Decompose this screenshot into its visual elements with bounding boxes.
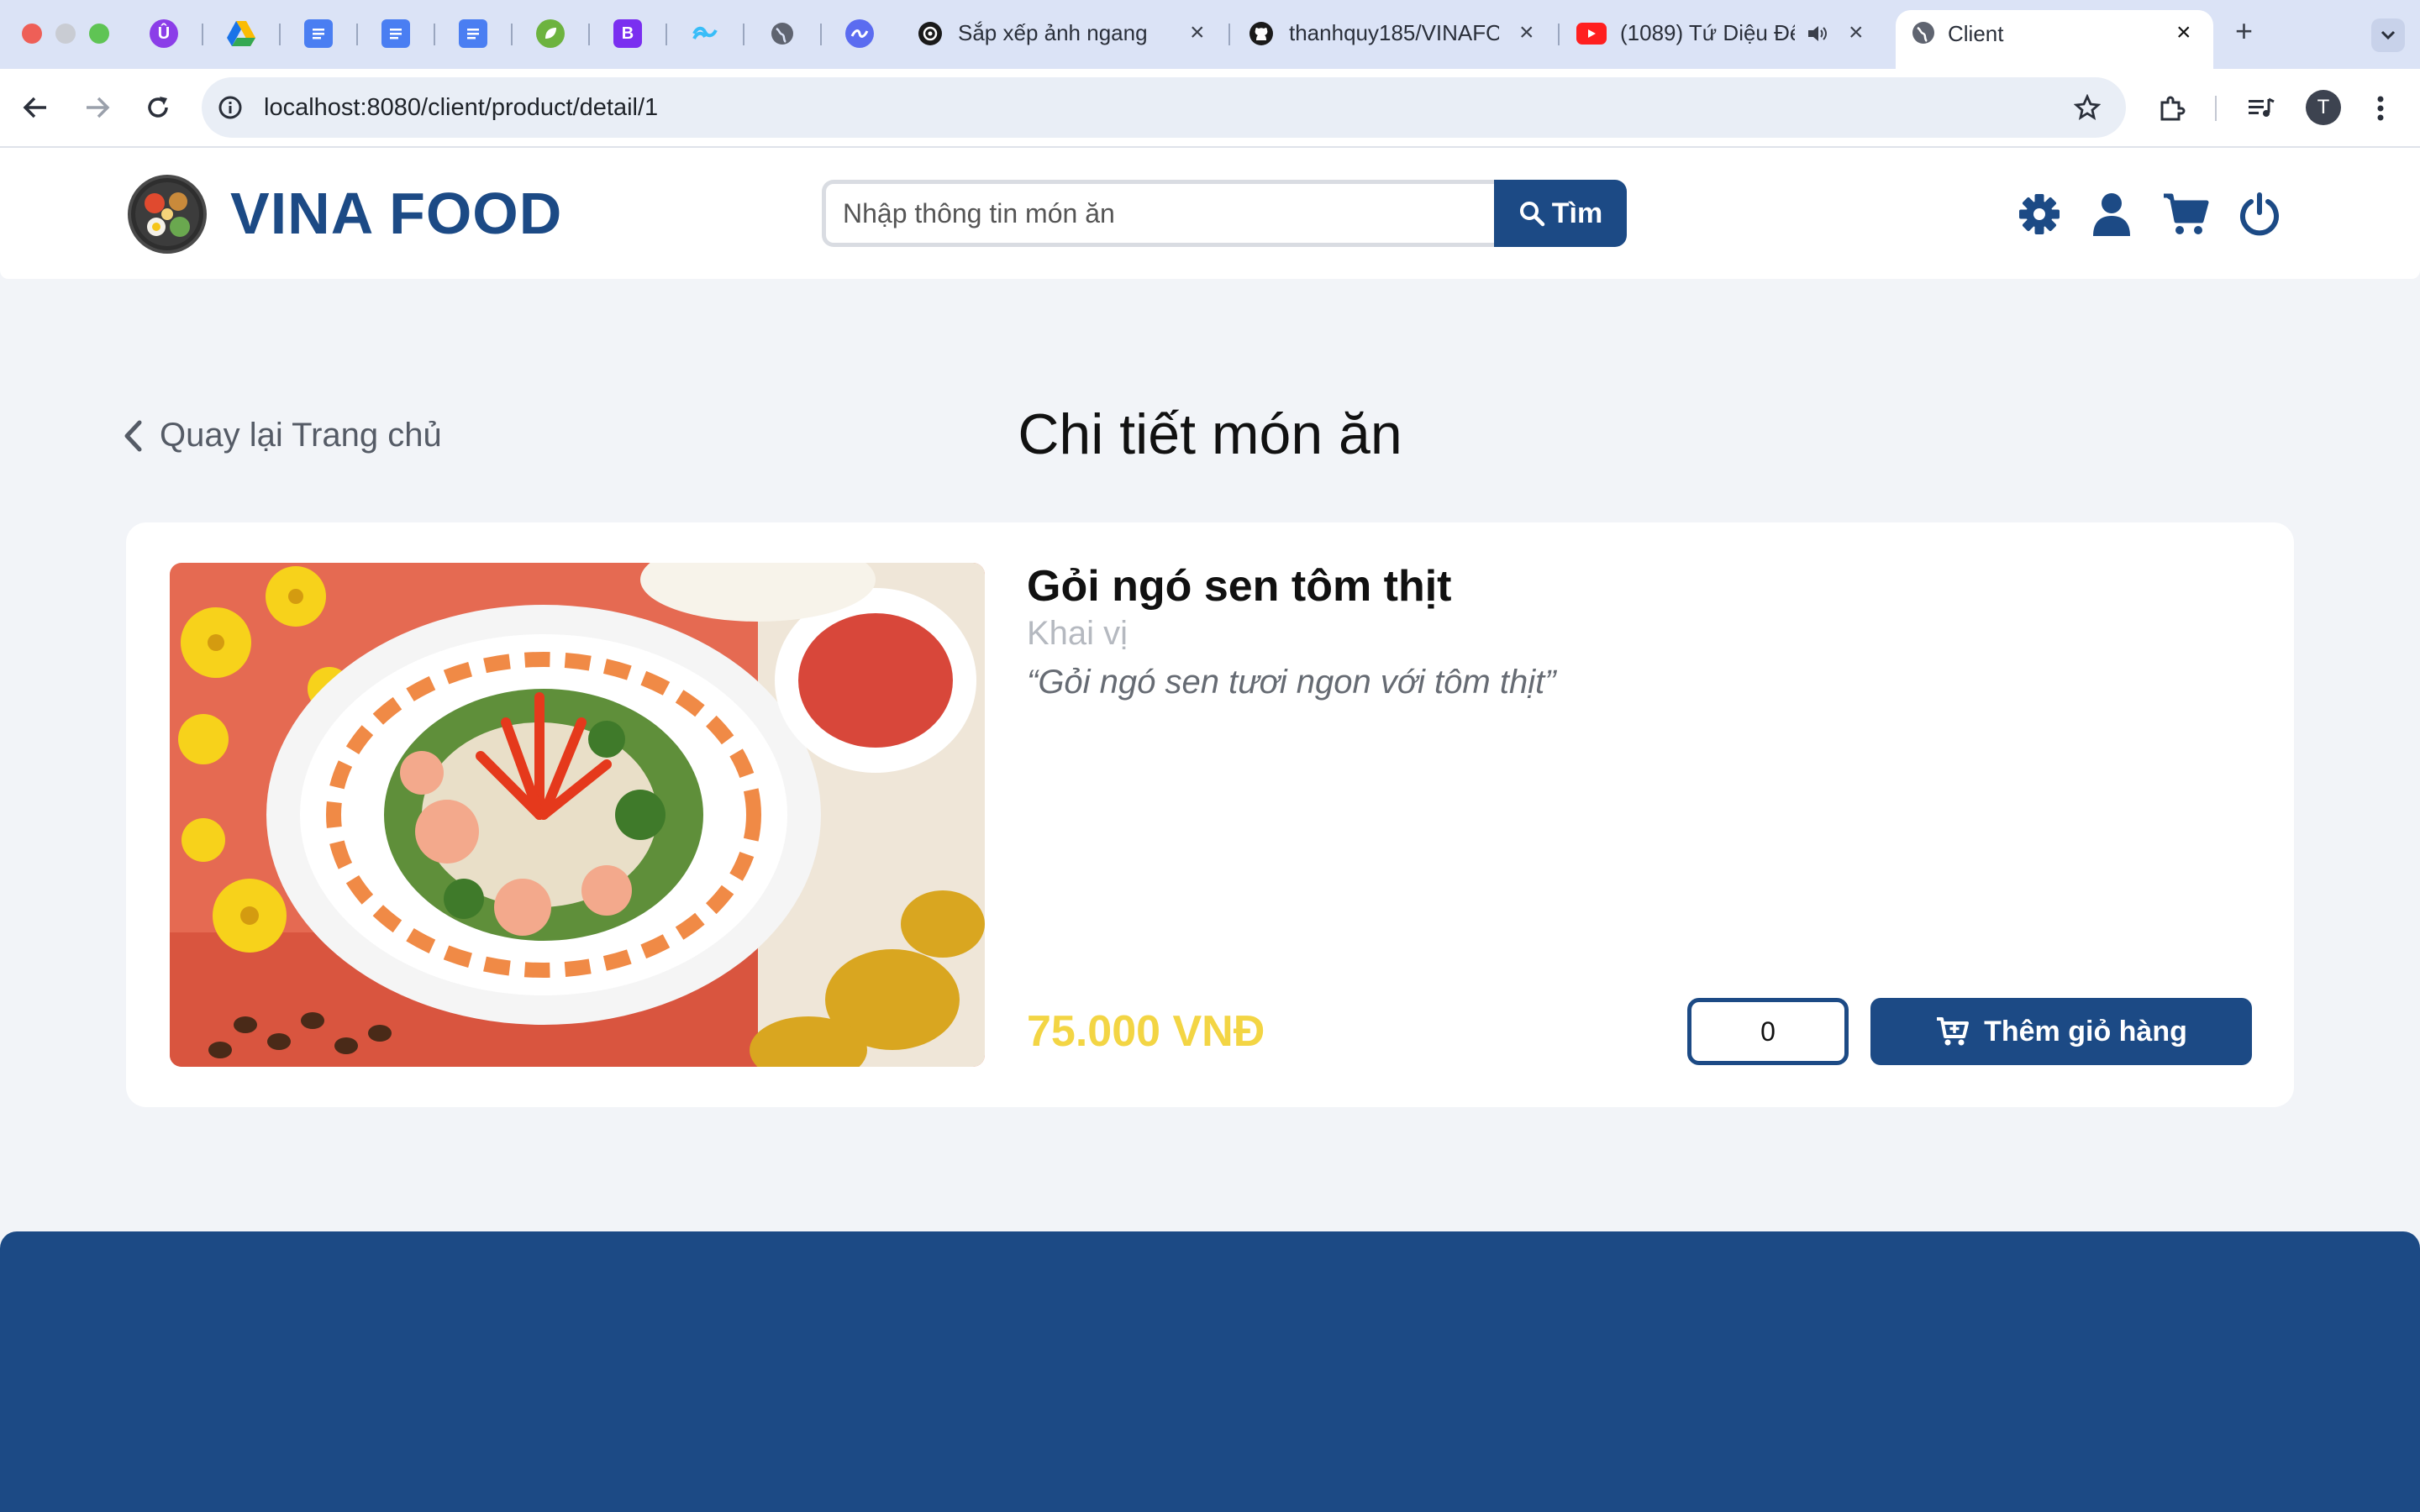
close-window-button[interactable] (22, 24, 42, 44)
google-drive-icon[interactable] (227, 19, 255, 48)
bootstrap-icon[interactable]: B (613, 19, 642, 48)
minimize-window-button[interactable] (55, 24, 76, 44)
logo-icon[interactable] (128, 175, 207, 254)
add-to-cart-button[interactable]: Thêm giỏ hàng (1870, 998, 2252, 1065)
bookmark-star-icon[interactable] (2072, 92, 2102, 123)
reload-icon[interactable] (141, 91, 175, 124)
tab-icon-app[interactable] (845, 19, 874, 48)
add-to-cart-label: Thêm giỏ hàng (1984, 1015, 2187, 1047)
site-header: VINA FOOD Tìm (0, 148, 2420, 279)
search-input[interactable] (822, 180, 1494, 247)
youtube-icon (1576, 23, 1607, 45)
tab-icon-extension[interactable]: Û (150, 19, 178, 48)
power-icon[interactable] (2235, 190, 2284, 239)
new-tab-button[interactable]: + (2235, 16, 2253, 46)
url-text[interactable]: localhost:8080/client/product/detail/1 (264, 94, 658, 122)
globe-icon (1909, 18, 1938, 47)
user-icon[interactable] (2087, 190, 2136, 239)
tab-separator (666, 24, 667, 45)
spring-leaf-icon[interactable] (536, 19, 565, 48)
speaker-icon[interactable] (1803, 19, 1832, 48)
tab-separator (202, 24, 203, 45)
forward-arrow-icon[interactable] (81, 91, 114, 124)
tab-title[interactable]: thanhquy185/VINAFOOD (1289, 20, 1499, 46)
close-tab-icon[interactable]: × (2176, 18, 2191, 47)
browser-tab-bar: Û B Sắp xếp ảnh ngang × thanhquy185/VINA… (0, 0, 2420, 69)
profile-initial: T (2317, 96, 2330, 118)
tab-title[interactable]: (1089) Tứ Diệu Đế (1620, 20, 1795, 46)
google-docs-icon[interactable] (381, 19, 410, 48)
tab-title: Client (1948, 21, 2004, 46)
profile-avatar[interactable]: T (2306, 90, 2341, 125)
media-queue-icon[interactable] (2244, 91, 2279, 126)
tab-separator (356, 24, 358, 45)
product-category: Khai vị (1027, 615, 1128, 652)
search-icon (1519, 202, 1545, 227)
cart-plus-icon (1937, 1017, 1970, 1046)
tailwind-icon[interactable] (691, 19, 719, 48)
tab-separator (434, 24, 435, 45)
active-tab[interactable]: Client × (1896, 10, 2213, 69)
back-arrow-icon[interactable] (18, 91, 52, 124)
search-button-label: Tìm (1551, 197, 1603, 229)
openai-icon (916, 19, 944, 48)
tab-separator (511, 24, 513, 45)
close-tab-icon[interactable]: × (1849, 18, 1864, 47)
brand-name[interactable]: VINA FOOD (230, 180, 562, 247)
extensions-puzzle-icon[interactable] (2154, 91, 2190, 126)
tab-title[interactable]: Sắp xếp ảnh ngang (958, 20, 1176, 46)
product-price: 75.000 VNĐ (1027, 1007, 1265, 1056)
product-name: Gỏi ngó sen tôm thịt (1027, 562, 1452, 611)
site-footer (0, 1231, 2420, 1512)
more-menu-icon[interactable] (2368, 91, 2393, 126)
page-title: Chi tiết món ăn (1018, 402, 1402, 466)
browser-toolbar: localhost:8080/client/product/detail/1 T (0, 69, 2420, 148)
quantity-input[interactable] (1687, 998, 1849, 1065)
search-bar: Tìm (822, 180, 1627, 247)
tab-separator (743, 24, 744, 45)
product-image (170, 563, 985, 1067)
product-detail-card: Gỏi ngó sen tôm thịt Khai vị “Gỏi ngó se… (126, 522, 2294, 1107)
search-button[interactable]: Tìm (1494, 180, 1627, 247)
github-icon (1247, 19, 1276, 48)
address-bar[interactable]: localhost:8080/client/product/detail/1 (202, 77, 2126, 138)
close-tab-icon[interactable]: × (1190, 18, 1205, 47)
toolbar-separator (2215, 96, 2217, 121)
tab-separator (820, 24, 822, 45)
tab-separator (588, 24, 590, 45)
google-docs-icon[interactable] (459, 19, 487, 48)
tab-search-button[interactable] (2371, 18, 2405, 52)
tab-separator (1228, 24, 1230, 45)
close-tab-icon[interactable]: × (1519, 18, 1534, 47)
maximize-window-button[interactable] (89, 24, 109, 44)
cart-icon[interactable] (2161, 190, 2210, 239)
globe-icon[interactable] (768, 19, 797, 48)
google-docs-icon[interactable] (304, 19, 333, 48)
product-description: “Gỏi ngó sen tươi ngon với tôm thịt” (1027, 664, 1556, 701)
site-info-icon[interactable] (215, 92, 245, 123)
tab-separator (279, 24, 281, 45)
gear-icon[interactable] (2015, 190, 2064, 239)
tab-separator (1558, 24, 1560, 45)
